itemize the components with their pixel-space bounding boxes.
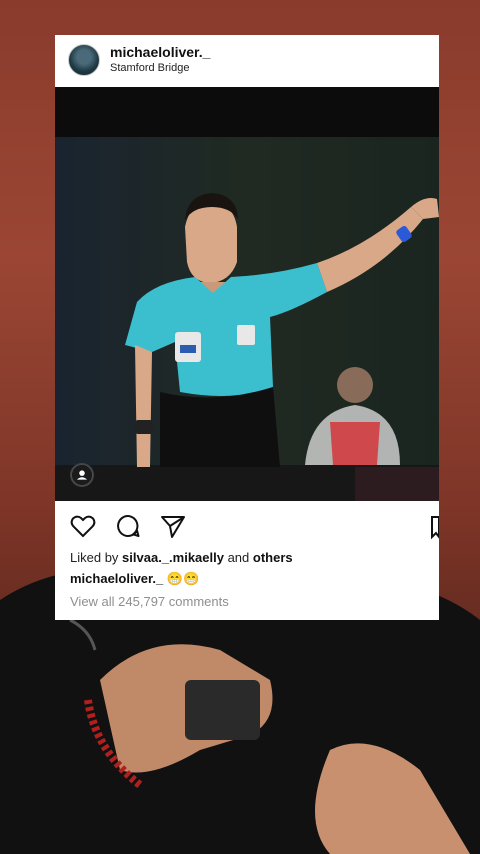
comment-icon[interactable] bbox=[114, 512, 142, 540]
post-actions bbox=[55, 507, 439, 543]
liked-user-link[interactable]: silvaa._.mikaelly bbox=[122, 550, 224, 565]
heart-icon[interactable] bbox=[69, 512, 97, 540]
post-location[interactable]: Stamford Bridge bbox=[110, 62, 189, 74]
user-tag-icon[interactable] bbox=[70, 463, 94, 487]
post-header: michaeloliver._ Stamford Bridge bbox=[55, 35, 439, 87]
referee-photo bbox=[55, 87, 439, 501]
caption-username[interactable]: michaeloliver._ bbox=[70, 571, 163, 586]
liked-and: and bbox=[223, 550, 253, 565]
liked-prefix: Liked by bbox=[70, 550, 123, 565]
bookmark-icon[interactable] bbox=[427, 512, 439, 540]
post-username[interactable]: michaeloliver._ bbox=[110, 44, 210, 60]
liked-others-link[interactable]: others bbox=[253, 550, 293, 565]
avatar[interactable] bbox=[68, 44, 100, 76]
share-icon[interactable] bbox=[159, 512, 187, 540]
view-comments-link[interactable]: View all 245,797 comments bbox=[70, 594, 229, 609]
post-caption: michaeloliver._ 😁😁 bbox=[70, 571, 199, 587]
caption-text: 😁😁 bbox=[163, 571, 200, 586]
instagram-post-card: michaeloliver._ Stamford Bridge Liked by… bbox=[55, 35, 439, 620]
post-photo[interactable] bbox=[55, 87, 439, 501]
likes-text: Liked by silvaa._.mikaelly and others bbox=[70, 550, 293, 565]
